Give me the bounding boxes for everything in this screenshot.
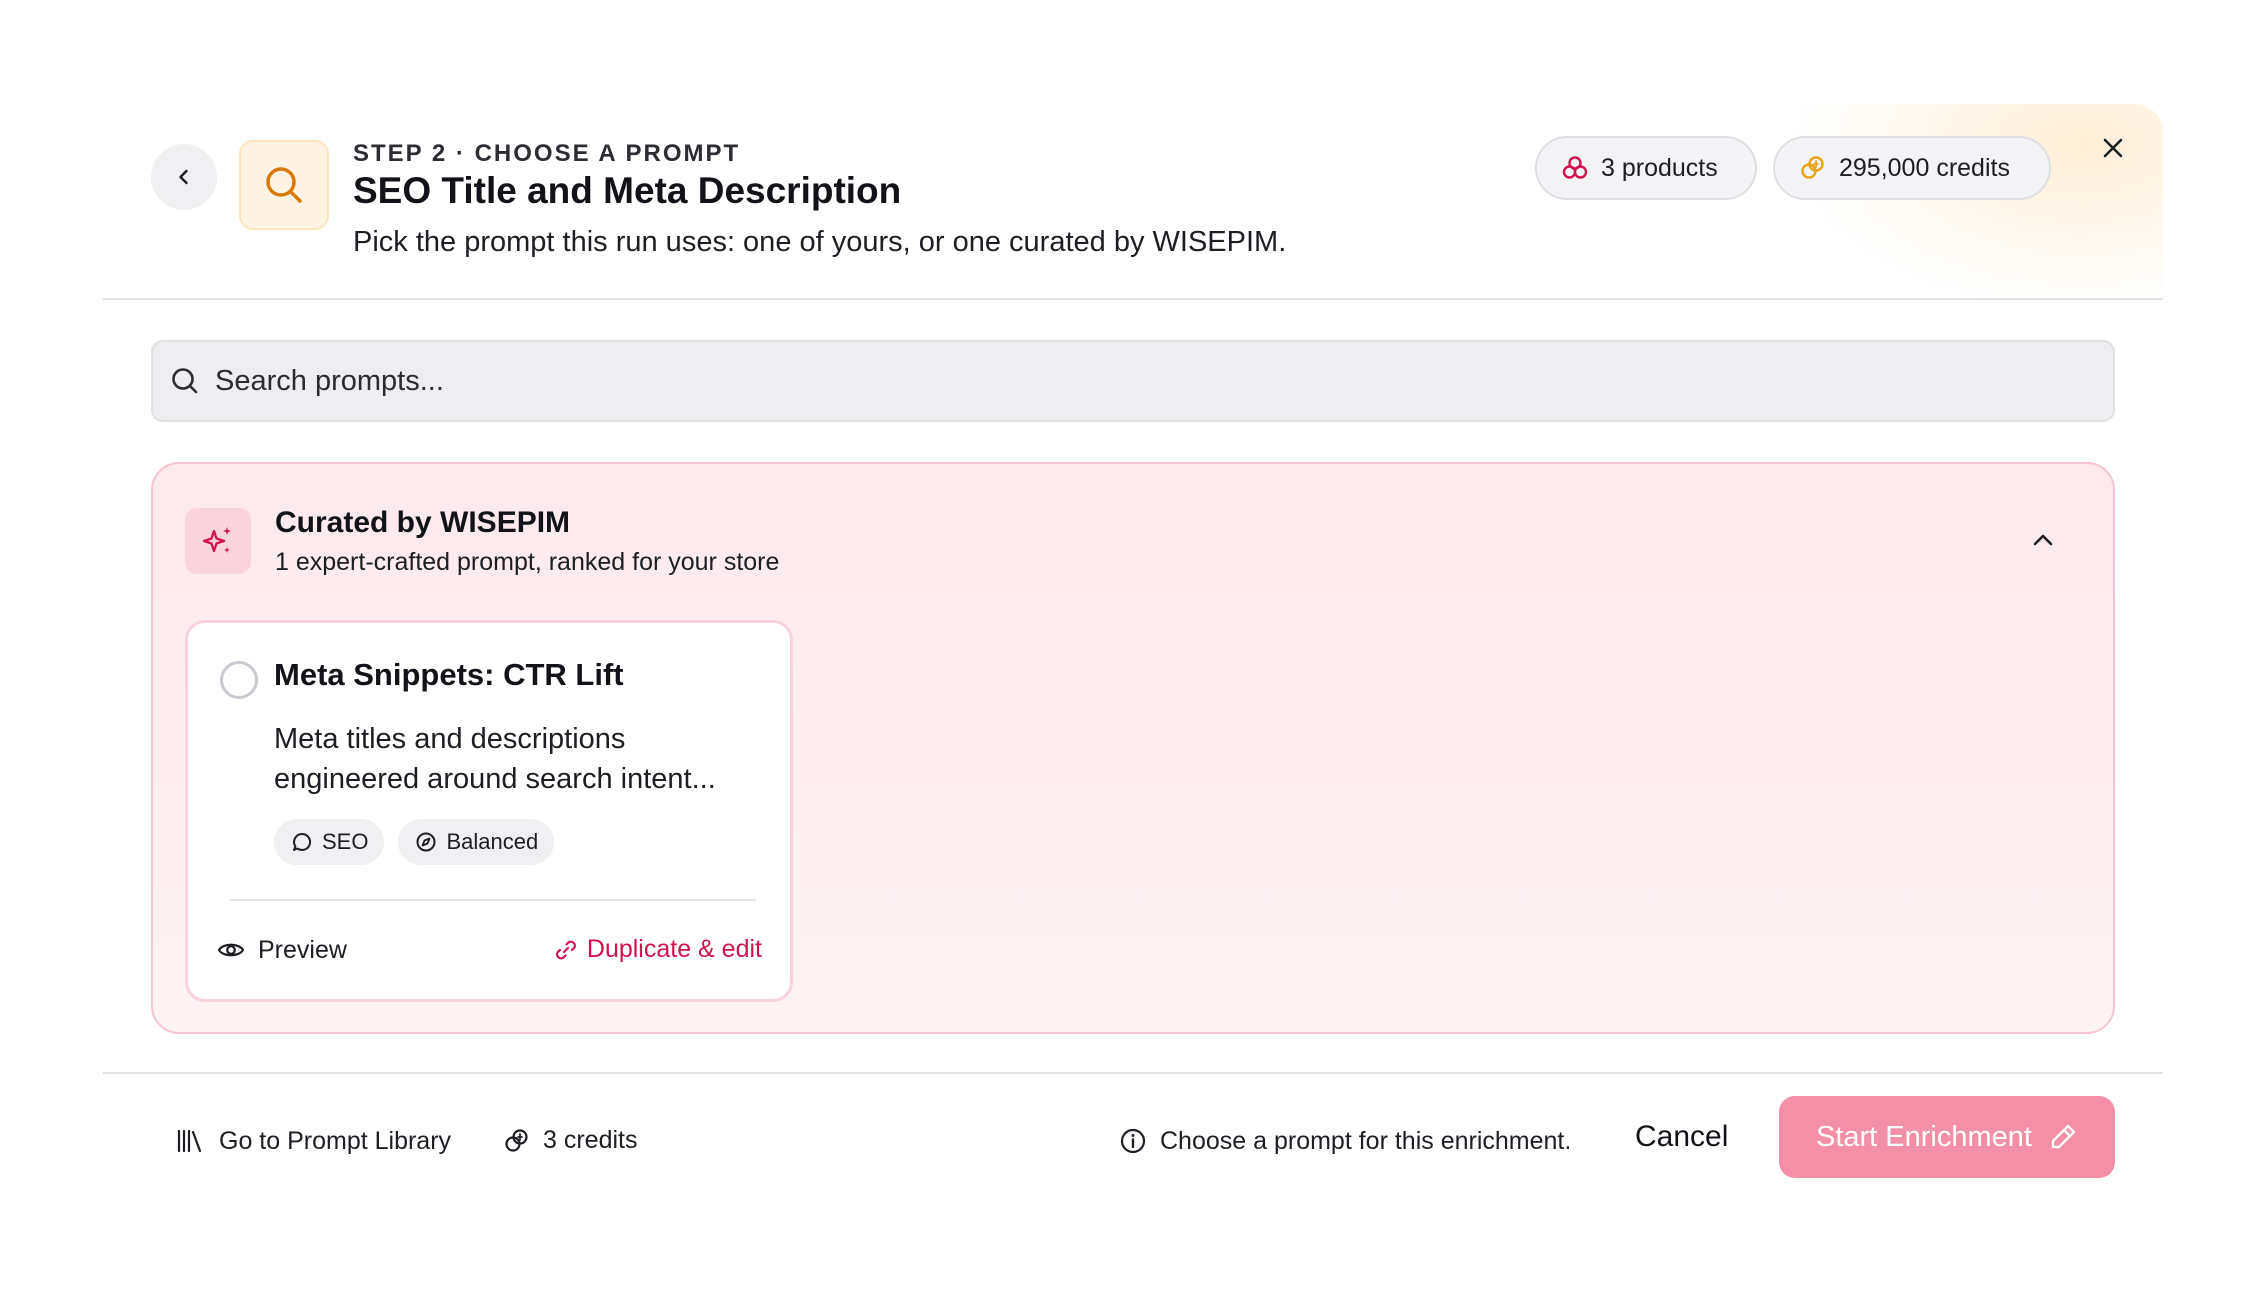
curated-subtitle: 1 expert-crafted prompt, ranked for your…	[275, 548, 780, 576]
duplicate-label: Duplicate & edit	[586, 935, 762, 963]
prompt-card-title: Meta Snippets: CTR Lift	[274, 657, 624, 692]
chevron-left-icon	[179, 169, 188, 185]
choose-prompt-modal: STEP 2 · CHOOSE A PROMPT SEO Title and M…	[103, 104, 2163, 1212]
info-icon	[1120, 1128, 1146, 1154]
prompt-radio[interactable]	[220, 661, 258, 699]
tag-label: SEO	[322, 829, 369, 854]
modal-header: STEP 2 · CHOOSE A PROMPT SEO Title and M…	[103, 104, 2163, 300]
close-button[interactable]	[2093, 128, 2133, 168]
prompt-card-description: Meta titles and descriptions engineered …	[274, 723, 716, 795]
selection-hint: Choose a prompt for this enrichment.	[1118, 1126, 1571, 1156]
tag-seo: SEO	[274, 819, 385, 865]
selection-hint-text: Choose a prompt for this enrichment.	[1160, 1126, 1572, 1155]
pencil-icon	[2051, 1124, 2076, 1149]
prompt-library-link[interactable]: Go to Prompt Library	[175, 1126, 451, 1156]
search-icon	[266, 167, 302, 203]
page-subtitle: Pick the prompt this run uses: one of yo…	[353, 226, 1287, 258]
coins-icon	[505, 1128, 528, 1152]
run-credits-label: 3 credits	[543, 1126, 638, 1154]
curated-title: Curated by WISEPIM	[275, 506, 571, 539]
start-enrichment-label: Start Enrichment	[1816, 1120, 2032, 1153]
eye-icon	[217, 943, 245, 957]
library-link-label: Go to Prompt Library	[219, 1126, 452, 1155]
back-button[interactable]	[151, 144, 217, 210]
products-pill: 3 products	[1535, 136, 1757, 200]
cancel-button[interactable]: Cancel	[1635, 1120, 1728, 1154]
duplicate-edit-button[interactable]: Duplicate & edit	[553, 935, 762, 964]
preview-button[interactable]: Preview	[216, 935, 347, 965]
link-icon	[555, 940, 576, 959]
step-icon-badge	[239, 140, 329, 230]
message-circle-icon	[293, 832, 311, 851]
tag-label: Balanced	[446, 829, 539, 854]
prompt-tags: SEO Balanced	[274, 819, 555, 865]
compass-icon	[416, 832, 436, 852]
sparkles-icon	[202, 527, 231, 553]
collapse-button[interactable]	[2023, 520, 2063, 560]
card-divider	[230, 899, 756, 901]
run-credits: 3 credits	[503, 1126, 637, 1155]
prompt-card[interactable]: Meta Snippets: CTR Lift Meta titles and …	[185, 620, 793, 1002]
credits-balance: 295,000 credits	[1839, 153, 2010, 182]
page-title: SEO Title and Meta Description	[353, 170, 902, 211]
preview-label: Preview	[258, 935, 347, 964]
products-count: 3 products	[1601, 153, 1718, 182]
curated-section: Curated by WISEPIM 1 expert-crafted prom…	[151, 462, 2115, 1034]
credits-pill: 295,000 credits	[1773, 136, 2051, 200]
library-icon	[177, 1129, 202, 1153]
close-icon	[2103, 138, 2123, 158]
chevron-up-icon	[2033, 534, 2053, 546]
modal-footer: Go to Prompt Library 3 credits Choose a …	[103, 1072, 2163, 1212]
coins-icon	[1801, 156, 1824, 179]
search-icon	[172, 368, 198, 394]
curated-icon-badge	[185, 508, 251, 574]
tag-balanced: Balanced	[398, 819, 555, 865]
start-enrichment-button[interactable]: Start Enrichment	[1779, 1096, 2115, 1178]
products-icon	[1562, 156, 1588, 179]
search-input[interactable]	[215, 364, 2065, 398]
prompt-search	[151, 340, 2115, 422]
step-eyebrow: STEP 2 · CHOOSE A PROMPT	[353, 140, 741, 167]
